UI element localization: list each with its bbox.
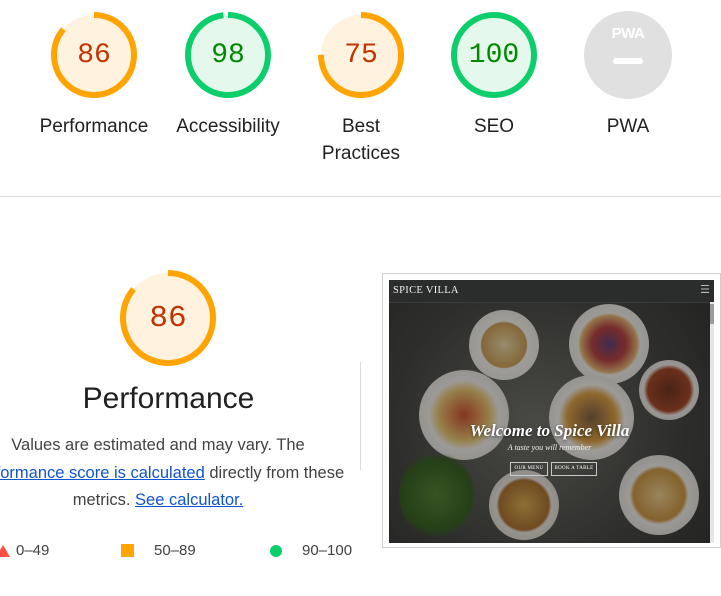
see-calculator-link[interactable]: See calculator.: [135, 491, 243, 509]
description-line-1: Values are estimated and may vary. The: [11, 436, 305, 454]
gauge-seo[interactable]: 100: [450, 11, 538, 99]
legend-fail: 0–49: [0, 542, 49, 559]
screenshot-hero-subtitle: A taste you will remember: [507, 443, 592, 452]
pwa-dash-icon: [613, 58, 643, 64]
description-line-3-prefix: metrics.: [72, 491, 136, 509]
gauge-score: 100: [468, 39, 520, 71]
gauge-performance[interactable]: 86: [50, 11, 138, 99]
screenshot-scrollbar-thumb: [710, 304, 714, 324]
screenshot-menu-button: OUR MENU: [510, 462, 548, 476]
performance-score: 86: [149, 300, 187, 336]
gauge-score: 98: [211, 39, 245, 71]
screenshot-hero-title: Welcome to Spice Villa: [469, 421, 630, 440]
section-divider: [0, 196, 721, 197]
gauge-score: 86: [77, 39, 111, 71]
gauge-best-practices[interactable]: 75: [317, 11, 405, 99]
legend-pass: 90–100: [270, 542, 352, 559]
score-calculated-link[interactable]: performance score is calculated: [0, 464, 205, 482]
gauge-score: 75: [344, 39, 378, 71]
legend-pass-label: 90–100: [302, 542, 353, 559]
legend-average: 50–89: [121, 542, 196, 559]
average-square-icon: [121, 544, 134, 557]
gauge-label: PWA: [606, 116, 650, 137]
photo-dark-overlay: [389, 280, 714, 543]
vertical-divider: [360, 362, 361, 470]
pwa-badge-icon: PWA: [584, 11, 672, 99]
screenshot-image: SPICE VILLA ☰ Welcome to Spice Villa A t…: [389, 280, 714, 543]
screenshot-navbar: SPICE VILLA ☰: [389, 280, 714, 303]
fail-triangle-icon: [0, 544, 10, 557]
legend-average-label: 50–89: [154, 542, 196, 559]
legend-fail-label: 0–49: [16, 542, 50, 559]
performance-gauge-large[interactable]: 86: [118, 268, 218, 368]
description-line-2: performance score is calculated directly…: [0, 460, 356, 488]
screenshot-brand: SPICE VILLA: [393, 285, 459, 296]
performance-description: Values are estimated and may vary. The p…: [0, 432, 356, 515]
description-line-3: metrics. See calculator.: [0, 487, 356, 515]
hamburger-icon: ☰: [700, 284, 710, 296]
pwa-badge-text: PWA: [611, 25, 645, 42]
pass-circle-icon: [270, 544, 282, 557]
gauge-pwa[interactable]: PWA: [584, 11, 672, 99]
performance-title: Performance: [82, 382, 255, 415]
final-screenshot[interactable]: SPICE VILLA ☰ Welcome to Spice Villa A t…: [382, 273, 721, 548]
screenshot-scrollbar: [710, 302, 714, 543]
description-line-2-rest: directly from these: [204, 463, 345, 482]
gauge-accessibility[interactable]: 98: [184, 11, 272, 99]
screenshot-book-button: BOOK A TABLE: [551, 462, 597, 476]
